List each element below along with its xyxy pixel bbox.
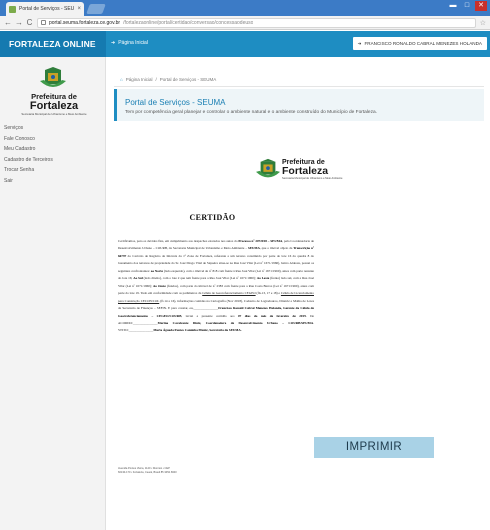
browser-toolbar: ← → C portal.seuma.fortaleza.ce.gov.br /… — [0, 16, 490, 30]
url-host: portal.seuma.fortaleza.ce.gov.br — [49, 19, 121, 26]
breadcrumb: ⌂ Página Inicial / Portal de Serviços - … — [120, 77, 216, 82]
boundary-west: Ao Oeste — [152, 283, 166, 288]
sidebar-item-trocar-senha[interactable]: Trocar Senha — [0, 165, 105, 176]
home-link[interactable]: ➜ Página Inicial — [111, 40, 148, 46]
sidebar-logo: Prefeitura de Fortaleza Secretaria Munic… — [18, 67, 90, 119]
breadcrumb-home[interactable]: Página Inicial — [126, 77, 153, 82]
brand-title[interactable]: FORTALEZA ONLINE — [0, 31, 106, 57]
boundary-south: Ao Sul — [133, 276, 143, 281]
address-bar[interactable]: portal.seuma.fortaleza.ce.gov.br /fortal… — [37, 17, 476, 28]
maximize-icon[interactable]: □ — [461, 1, 473, 11]
cegeo-reference: Célula de Georreferenciamento CEGEO — [202, 291, 256, 296]
document-logo-line-3: Secretaria Municipal de Urbanismo e Meio… — [282, 177, 343, 180]
url-path: /fortalezaonline/portal/certidao/convers… — [123, 19, 254, 26]
document-title: CERTIDÃO — [189, 213, 236, 222]
signature-3: Maria Águeda Pontes Caminha Muniz, Secre… — [153, 328, 242, 333]
back-icon[interactable]: ← — [4, 16, 12, 30]
forward-icon[interactable]: → — [15, 16, 23, 30]
certificate-date: 07 dias do mês de fevereiro de 2019 — [237, 313, 306, 318]
home-icon: ⌂ — [120, 77, 123, 82]
arrow-right-icon: ➜ — [111, 40, 116, 46]
screen: Portal de Serviços - SEU × ▬ □ ✕ ← → C p… — [0, 0, 490, 530]
site-favicon-icon — [9, 5, 16, 13]
minimize-icon[interactable]: ▬ — [447, 1, 459, 11]
sidebar-item-meu-cadastro[interactable]: Meu Cadastro — [0, 144, 105, 155]
reload-icon[interactable]: C — [26, 16, 33, 30]
new-tab-button[interactable] — [86, 4, 106, 14]
signature-line: _______________ — [132, 320, 158, 325]
sidebar-item-cadastro-terceiros[interactable]: Cadastro de Terceiros — [0, 155, 105, 166]
tab-close-icon[interactable]: × — [77, 6, 81, 12]
page-header-panel: Portal de Serviços - SEUMA Tem por compe… — [114, 89, 484, 121]
document-logo-line-2: Fortaleza — [282, 165, 329, 177]
window-controls: ▬ □ ✕ — [447, 1, 487, 11]
home-link-label: Página Inicial — [118, 40, 148, 46]
boundary-north: ao Norte — [150, 268, 163, 273]
signature-line: _______________ — [128, 328, 154, 333]
body-text: , lavrei a presente certidão aos — [181, 313, 238, 318]
logo-line-2: Fortaleza — [29, 100, 79, 112]
arrow-right-icon: ➜ — [357, 41, 362, 46]
print-button[interactable]: IMPRIMIR — [314, 437, 434, 458]
city-emblem-icon — [40, 67, 66, 87]
tab-title: Portal de Serviços - SEU — [19, 6, 75, 12]
body-text: Certificamos, para os devidos fins, em c… — [118, 239, 239, 243]
logo-line-3: Secretaria Municipal de Urbanismo e Meio… — [21, 112, 87, 116]
process-number: Processo nº 2072018 – SEUMA — [238, 239, 283, 243]
browser-tabbar: Portal de Serviços - SEU × ▬ □ ✕ — [0, 0, 490, 16]
sidebar-item-servicos[interactable]: Serviços — [0, 123, 105, 134]
sidebar-item-sair[interactable]: Sair — [0, 176, 105, 187]
signature-2: Marina Cavalcante Diniz, Coordenadora de… — [157, 320, 314, 325]
page-subtitle: Tem por competência geral planejar e con… — [125, 110, 377, 115]
document-logo: Prefeitura de Fortaleza Secretaria Munic… — [256, 157, 351, 183]
main-content: ⌂ Página Inicial / Portal de Serviços - … — [106, 57, 490, 530]
breadcrumb-divider — [114, 86, 484, 87]
body-text: (lado direito), com o lote 2 que tem fre… — [142, 276, 257, 281]
browser-tab[interactable]: Portal de Serviços - SEU × — [6, 2, 84, 16]
sidebar-item-fale-conosco[interactable]: Fale Conosco — [0, 134, 105, 145]
window-close-icon[interactable]: ✕ — [475, 1, 487, 11]
body-text: , que o imóvel objeto da — [259, 246, 294, 251]
user-name: FRANCISCO RONALDO CABRAL MENEZES HOLANDA — [364, 41, 482, 46]
body-text: (fls.13, 17 e 18) e — [255, 291, 281, 296]
sidebar: Prefeitura de Fortaleza Secretaria Munic… — [0, 57, 106, 530]
page-title: Portal de Serviços - SEUMA — [125, 98, 226, 107]
document-body: Certificamos, para os devidos fins, em c… — [118, 238, 314, 335]
breadcrumb-separator: / — [155, 77, 157, 82]
agency-name: SEUMA — [247, 246, 260, 251]
signature-line: _______________ — [193, 306, 219, 311]
city-emblem-icon — [256, 158, 280, 178]
boundary-east: Ao Leste — [256, 276, 270, 281]
breadcrumb-current: Portal de Serviços - SEUMA — [159, 77, 217, 82]
user-button[interactable]: ➜ FRANCISCO RONALDO CABRAL MENEZES HOLAN… — [352, 37, 487, 50]
lock-icon — [41, 20, 46, 25]
document-footer: Avenida Pontes Vieira, 1140 • Dionísio •… — [118, 467, 177, 474]
sidebar-menu: Serviços Fale Conosco Meu Cadastro Cadas… — [0, 123, 105, 186]
bookmark-star-icon[interactable]: ☆ — [480, 19, 486, 27]
app-header: FORTALEZA ONLINE ➜ Página Inicial ➜ FRAN… — [0, 31, 490, 57]
